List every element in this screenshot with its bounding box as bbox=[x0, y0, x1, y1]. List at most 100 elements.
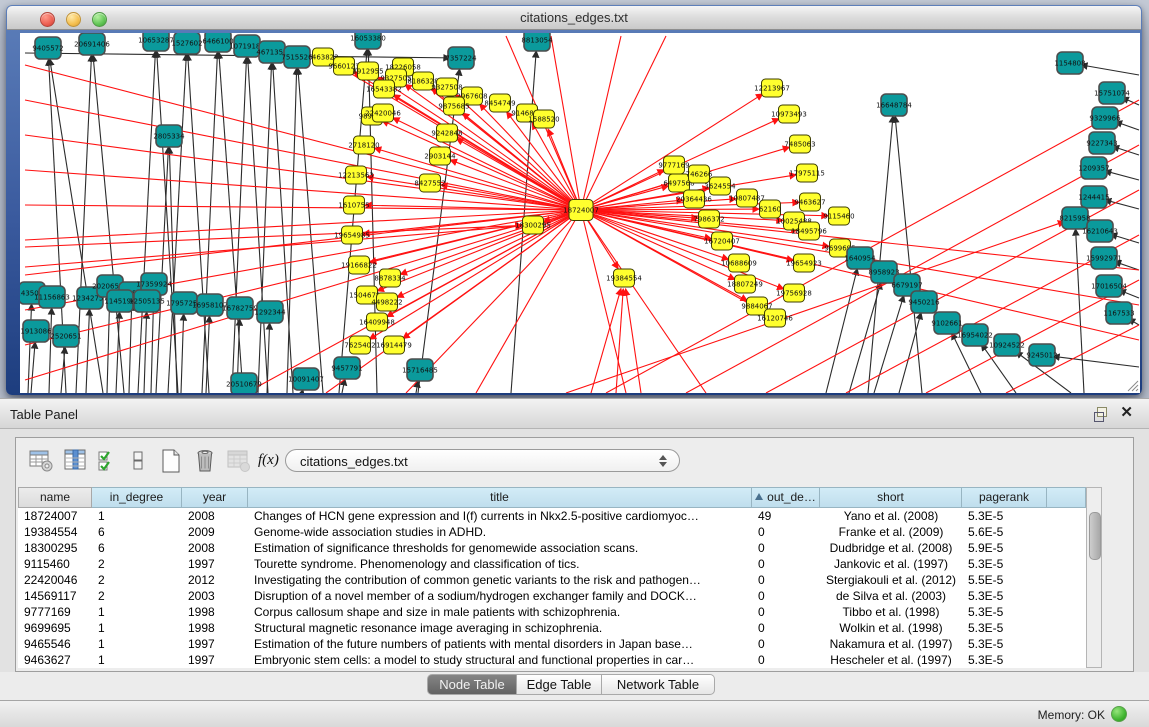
tab-node-table[interactable]: Node Table bbox=[427, 674, 517, 695]
table-cell[interactable]: 2008 bbox=[182, 540, 248, 556]
table-cell[interactable]: 2 bbox=[92, 556, 182, 572]
table-cell[interactable]: 2 bbox=[92, 572, 182, 588]
table-cell[interactable]: 0 bbox=[752, 588, 820, 604]
table-cell[interactable]: 0 bbox=[752, 572, 820, 588]
column-header-out_de[interactable]: out_de… bbox=[752, 487, 820, 508]
graph-edge[interactable] bbox=[267, 323, 270, 393]
table-cell[interactable]: Embryonic stem cells: a model to study s… bbox=[248, 652, 752, 668]
table-cell[interactable]: 22420046 bbox=[18, 572, 92, 588]
table-cell[interactable]: 1997 bbox=[182, 636, 248, 652]
table-cell[interactable]: 1997 bbox=[182, 652, 248, 668]
create-table-icon[interactable] bbox=[158, 448, 184, 474]
table-cell[interactable]: 1 bbox=[92, 652, 182, 668]
table-cell[interactable]: 18724007 bbox=[18, 508, 92, 524]
table-cell[interactable]: 14569117 bbox=[18, 588, 92, 604]
table-cell[interactable]: 5.3E-5 bbox=[962, 636, 1047, 652]
table-row[interactable]: 946362711997Embryonic stem cells: a mode… bbox=[18, 652, 1086, 668]
table-cell[interactable]: 0 bbox=[752, 652, 820, 668]
table-cell[interactable]: 5.3E-5 bbox=[962, 508, 1047, 524]
graph-edge[interactable] bbox=[188, 54, 209, 393]
table-cell[interactable]: 5.3E-5 bbox=[962, 652, 1047, 668]
window-title-bar[interactable]: citations_edges.txt bbox=[7, 6, 1141, 30]
graph-edge[interactable] bbox=[181, 314, 184, 393]
delete-table-icon[interactable] bbox=[226, 448, 252, 474]
table-cell[interactable]: 1998 bbox=[182, 604, 248, 620]
graph-edge[interactable] bbox=[144, 312, 147, 393]
graph-edge[interactable] bbox=[581, 199, 736, 210]
graph-edge[interactable] bbox=[397, 210, 581, 297]
table-row[interactable]: 1938455462009Genome-wide association stu… bbox=[18, 524, 1086, 540]
row-height-icon[interactable] bbox=[126, 448, 152, 474]
table-cell[interactable]: 0 bbox=[752, 556, 820, 572]
table-cell[interactable]: Franke et al. (2009) bbox=[820, 524, 962, 540]
table-cell[interactable]: 49 bbox=[752, 508, 820, 524]
delete-rows-icon[interactable] bbox=[192, 448, 218, 474]
column-header-name[interactable]: name bbox=[18, 487, 92, 508]
graph-edge[interactable] bbox=[25, 170, 581, 210]
table-options-icon[interactable] bbox=[28, 448, 54, 474]
table-cell[interactable]: 5.5E-5 bbox=[962, 572, 1047, 588]
table-cell[interactable]: 0 bbox=[752, 620, 820, 636]
column-header-pagerank[interactable]: pagerank bbox=[962, 487, 1047, 508]
table-cell[interactable]: 2003 bbox=[182, 588, 248, 604]
table-row[interactable]: 1830029562008Estimation of significance … bbox=[18, 540, 1086, 556]
graph-edge[interactable] bbox=[895, 116, 922, 393]
table-cell[interactable]: 9777169 bbox=[18, 604, 92, 620]
graph-edge[interactable] bbox=[581, 210, 626, 393]
table-row[interactable]: 1456911722003Disruption of a novel membe… bbox=[18, 588, 1086, 604]
graph-edge[interactable] bbox=[874, 296, 904, 393]
graph-edge[interactable] bbox=[28, 304, 32, 393]
graph-edge[interactable] bbox=[581, 210, 1139, 340]
function-builder-icon[interactable]: f(x) bbox=[258, 451, 284, 477]
table-cell[interactable]: Stergiakouli et al. (2012) bbox=[820, 572, 962, 588]
graph-edge[interactable] bbox=[393, 118, 581, 210]
table-cell[interactable]: 9463627 bbox=[18, 652, 92, 668]
table-cell[interactable]: 1 bbox=[92, 508, 182, 524]
table-cell[interactable]: Nakamura et al. (1997) bbox=[820, 636, 962, 652]
graph-edge[interactable] bbox=[591, 289, 621, 393]
table-cell[interactable]: 5.9E-5 bbox=[962, 540, 1047, 556]
table-cell[interactable]: 5.6E-5 bbox=[962, 524, 1047, 540]
graph-edge[interactable] bbox=[86, 309, 90, 393]
table-cell[interactable]: 6 bbox=[92, 540, 182, 556]
table-cell[interactable]: Disruption of a novel member of a sodium… bbox=[248, 588, 752, 604]
table-cell[interactable]: Genome-wide association studies in ADHD. bbox=[248, 524, 752, 540]
table-cell[interactable]: 6 bbox=[92, 524, 182, 540]
table-cell[interactable]: 0 bbox=[752, 604, 820, 620]
column-header-year[interactable]: year bbox=[182, 487, 248, 508]
column-header-title[interactable]: title bbox=[248, 487, 752, 508]
graph-edge[interactable] bbox=[49, 308, 52, 393]
table-row[interactable]: 977716911998Corpus callosum shape and si… bbox=[18, 604, 1086, 620]
table-cell[interactable]: 0 bbox=[752, 540, 820, 556]
graph-edge[interactable] bbox=[273, 63, 293, 393]
table-cell[interactable]: 2 bbox=[92, 588, 182, 604]
table-cell[interactable]: 9465546 bbox=[18, 636, 92, 652]
graph-edge[interactable] bbox=[566, 222, 1065, 393]
table-cell[interactable]: 9115460 bbox=[18, 556, 92, 572]
table-cell[interactable]: Structural magnetic resonance image aver… bbox=[248, 620, 752, 636]
table-row[interactable]: 2242004622012Investigating the contribut… bbox=[18, 572, 1086, 588]
table-cell[interactable]: Yano et al. (2008) bbox=[820, 508, 962, 524]
graph-edge[interactable] bbox=[1105, 171, 1139, 180]
table-cell[interactable]: 2009 bbox=[182, 524, 248, 540]
graph-edge[interactable] bbox=[1053, 356, 1139, 367]
graph-edge[interactable] bbox=[25, 65, 581, 210]
graph-edge[interactable] bbox=[581, 36, 621, 210]
graph-edge[interactable] bbox=[25, 205, 581, 210]
graph-edge[interactable] bbox=[1081, 65, 1139, 75]
graph-edge[interactable] bbox=[1105, 200, 1139, 209]
graph-edge[interactable] bbox=[1115, 122, 1139, 130]
network-canvas[interactable]: 1872400718300295193845547463822966012389… bbox=[20, 33, 1140, 393]
graph-edge[interactable] bbox=[581, 36, 666, 210]
table-row[interactable]: 969969511998Structural magnetic resonanc… bbox=[18, 620, 1086, 636]
graph-edge[interactable] bbox=[298, 68, 323, 393]
table-cell[interactable]: Dudbridge et al. (2008) bbox=[820, 540, 962, 556]
table-cell[interactable]: 1 bbox=[92, 604, 182, 620]
show-columns-icon[interactable] bbox=[63, 448, 89, 474]
graph-edge[interactable] bbox=[156, 147, 168, 393]
table-cell[interactable]: 18300295 bbox=[18, 540, 92, 556]
table-cell[interactable]: 2008 bbox=[182, 508, 248, 524]
graph-edge[interactable] bbox=[581, 94, 763, 210]
table-cell[interactable]: Changes of HCN gene expression and I(f) … bbox=[248, 508, 752, 524]
graph-edge[interactable] bbox=[826, 269, 857, 393]
